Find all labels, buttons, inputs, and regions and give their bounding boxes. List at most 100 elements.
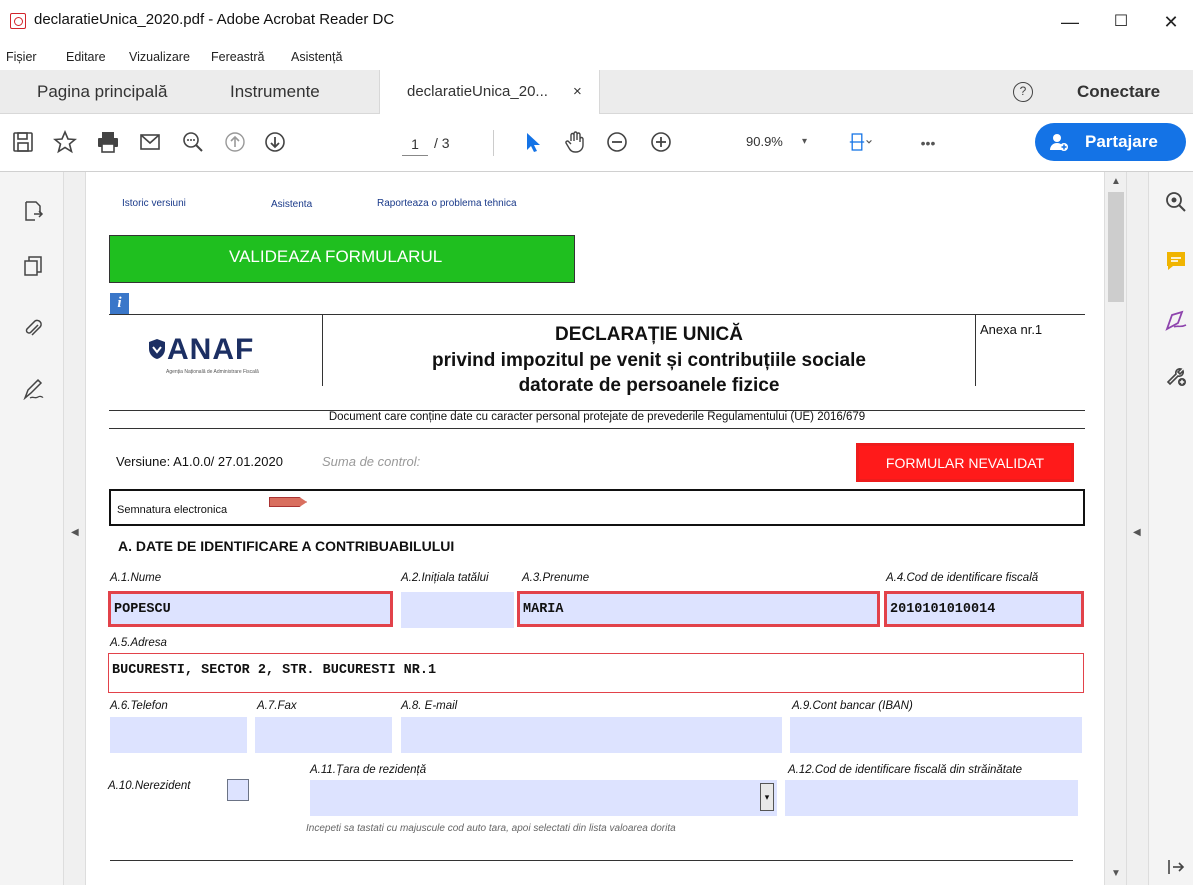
export-pdf-icon[interactable] xyxy=(22,200,44,222)
close-button[interactable]: ✕ xyxy=(1148,8,1193,36)
page-up-icon[interactable] xyxy=(222,130,248,156)
label-a3-first-name: A.3.Prenume xyxy=(522,572,590,584)
iban-field[interactable] xyxy=(790,717,1082,753)
privacy-note: Document care conține date cu caracter p… xyxy=(328,411,866,423)
link-version-history[interactable]: Istoric versiuni xyxy=(122,198,186,209)
declaration-subtitle-1: privind impozitul pe venit și contribuți… xyxy=(432,350,866,371)
email-field[interactable] xyxy=(401,717,782,753)
menu-edit[interactable]: Editare xyxy=(66,50,106,64)
comment-zoom-icon[interactable] xyxy=(180,130,206,156)
zoom-out-icon[interactable] xyxy=(604,130,630,156)
declaration-title: DECLARAȚIE UNICĂ xyxy=(555,324,743,345)
section-divider xyxy=(110,860,1073,861)
label-a4-tax-id: A.4.Cod de identificare fiscală xyxy=(886,572,1039,584)
share-label: Partajare xyxy=(1085,132,1158,151)
share-button[interactable]: Partajare xyxy=(1035,123,1186,161)
country-dropdown-icon[interactable]: ▾ xyxy=(760,783,774,811)
fill-sign-icon[interactable] xyxy=(1164,309,1188,333)
label-a8-email: A.8. E-mail xyxy=(401,700,458,712)
nonresident-checkbox[interactable] xyxy=(227,779,249,801)
menu-bar: Fișier Editare Vizualizare Fereastră Asi… xyxy=(0,44,1193,70)
anaf-logo: ANAF xyxy=(147,333,254,367)
signature-tag-icon[interactable] xyxy=(269,497,307,507)
label-a11-residence-country: A.11.Țara de rezidență xyxy=(310,764,427,776)
label-a5-address: A.5.Adresa xyxy=(110,637,167,649)
label-a12-foreign-tax-id: A.12.Cod de identificare fiscală din str… xyxy=(788,764,1022,776)
left-panel xyxy=(0,172,64,885)
right-panel xyxy=(1148,172,1193,885)
first-name-field[interactable]: MARIA xyxy=(517,591,880,627)
signature-icon[interactable] xyxy=(22,378,44,400)
label-a7-fax: A.7.Fax xyxy=(257,700,297,712)
tab-home[interactable]: Pagina principală xyxy=(37,70,167,114)
hand-tool-icon[interactable] xyxy=(562,130,588,156)
comment-icon[interactable] xyxy=(1164,249,1188,273)
mail-icon[interactable] xyxy=(137,130,163,156)
tax-id-field[interactable]: 2010101010014 xyxy=(884,591,1084,627)
menu-window[interactable]: Fereastră xyxy=(211,50,265,64)
search-zoom-icon[interactable] xyxy=(1164,190,1188,214)
name-field[interactable]: POPESCU xyxy=(108,591,393,627)
zoom-dropdown-icon[interactable]: ▾ xyxy=(802,136,807,147)
country-hint: Incepeti sa tastati cu majuscule cod aut… xyxy=(306,823,676,834)
menu-view[interactable]: Vizualizare xyxy=(129,50,190,64)
tab-tools[interactable]: Instrumente xyxy=(230,70,320,114)
vertical-scrollbar[interactable]: ▲ ▼ xyxy=(1104,172,1126,885)
link-assistance[interactable]: Asistenta xyxy=(271,199,312,210)
tab-close-icon[interactable]: × xyxy=(573,70,582,114)
tab-document-label: declaratieUnica_20... xyxy=(407,83,548,100)
connect-button[interactable]: Conectare xyxy=(1077,70,1160,114)
electronic-signature-box[interactable]: Semnatura electronica xyxy=(109,489,1085,526)
page-count: / 3 xyxy=(434,135,450,151)
label-a6-phone: A.6.Telefon xyxy=(110,700,168,712)
scroll-down-icon[interactable]: ▼ xyxy=(1111,868,1121,879)
validate-form-button[interactable]: VALIDEAZA FORMULARUL xyxy=(109,235,575,283)
label-a9-iban: A.9.Cont bancar (IBAN) xyxy=(792,700,913,712)
form-header: ANAF Agenția Națională de Administrare F… xyxy=(109,314,1085,396)
info-icon[interactable]: i xyxy=(110,293,129,314)
fax-field[interactable] xyxy=(255,717,392,753)
maximize-button[interactable]: ☐ xyxy=(1098,8,1144,36)
link-report-problem[interactable]: Raporteaza o problema tehnica xyxy=(377,198,517,209)
more-tools-icon[interactable]: ••• xyxy=(915,130,941,156)
annex-label: Anexa nr.1 xyxy=(980,322,1043,337)
menu-file[interactable]: Fișier xyxy=(6,50,37,64)
save-icon[interactable] xyxy=(10,130,36,156)
page-number-input[interactable]: 1 xyxy=(402,134,428,156)
form-version: Versiune: A1.0.0/ 27.01.2020 xyxy=(116,454,283,469)
title-bar: declaratieUnica_2020.pdf - Adobe Acrobat… xyxy=(0,0,1193,44)
minimize-button[interactable]: — xyxy=(1047,8,1093,36)
label-a10-nonresident: A.10.Nerezident xyxy=(108,780,191,792)
toolbar: 1 / 3 90.9% ▾ ••• Partajare xyxy=(0,114,1193,172)
father-initial-field[interactable] xyxy=(401,592,514,628)
attachment-icon[interactable] xyxy=(22,317,44,339)
expand-panel-icon[interactable] xyxy=(1164,855,1188,879)
note-divider xyxy=(109,428,1085,429)
print-icon[interactable] xyxy=(95,130,121,156)
menu-help[interactable]: Asistență xyxy=(291,50,342,64)
fit-page-icon[interactable] xyxy=(846,130,876,156)
zoom-level[interactable]: 90.9% xyxy=(746,134,783,149)
right-panel-toggle[interactable]: ◀ xyxy=(1126,172,1148,885)
anaf-subtitle: Agenția Națională de Administrare Fiscal… xyxy=(166,369,259,375)
help-icon[interactable]: ? xyxy=(1013,82,1033,102)
scrollbar-thumb[interactable] xyxy=(1108,192,1124,302)
tab-bar: Pagina principală Instrumente declaratie… xyxy=(0,70,1193,115)
address-field[interactable]: BUCURESTI, SECTOR 2, STR. BUCURESTI NR.1 xyxy=(108,653,1084,693)
select-cursor-icon[interactable] xyxy=(520,130,546,156)
anaf-shield-icon xyxy=(149,339,165,359)
window-title: declaratieUnica_2020.pdf - Adobe Acrobat… xyxy=(34,11,395,28)
page-thumbnails-icon[interactable] xyxy=(22,255,44,277)
zoom-in-icon[interactable] xyxy=(648,130,674,156)
phone-field[interactable] xyxy=(110,717,247,753)
left-panel-toggle[interactable]: ◀ xyxy=(64,172,86,885)
anaf-logo-text: ANAF xyxy=(167,333,255,366)
residence-country-select[interactable] xyxy=(310,780,777,816)
foreign-tax-id-field[interactable] xyxy=(785,780,1078,816)
more-tools-wrench-icon[interactable] xyxy=(1164,364,1188,388)
page-down-icon[interactable] xyxy=(262,130,288,156)
bookmark-star-icon[interactable] xyxy=(52,129,78,156)
section-a-title: A. DATE DE IDENTIFICARE A CONTRIBUABILUL… xyxy=(118,538,455,554)
tab-document[interactable]: declaratieUnica_20... × xyxy=(379,70,600,115)
scroll-up-icon[interactable]: ▲ xyxy=(1111,176,1121,187)
